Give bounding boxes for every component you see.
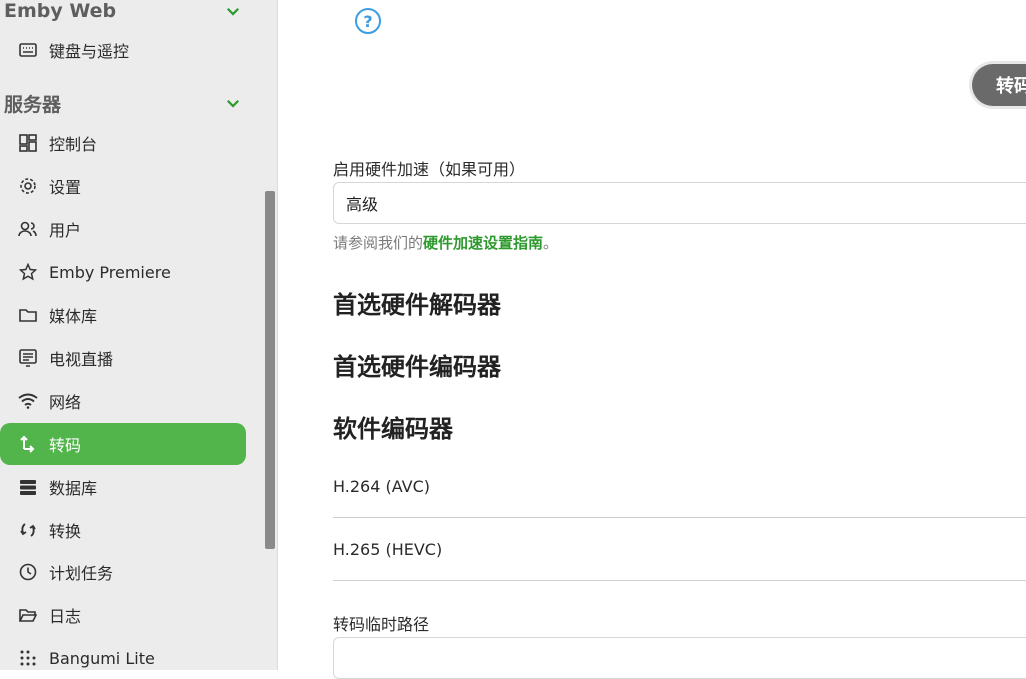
chevron-down-icon <box>226 99 240 108</box>
sidebar-item-label: 转码 <box>49 436 82 455</box>
sidebar-scrollbar[interactable] <box>265 191 275 549</box>
section-header-server[interactable]: 服务器 <box>4 88 244 118</box>
hw-accel-label: 启用硬件加速（如果可用） <box>333 160 526 179</box>
helper-suffix: 。 <box>543 234 559 252</box>
encoder-name: H.265 (HEVC) <box>333 540 443 559</box>
sidebar-item-emby-premiere[interactable]: Emby Premiere <box>0 251 246 293</box>
sidebar-item-network[interactable]: 网络 <box>0 380 246 422</box>
sidebar-item-live-tv[interactable]: 电视直播 <box>0 337 246 379</box>
gear-icon <box>18 176 38 196</box>
section-header-emby-web[interactable]: Emby Web <box>4 0 244 26</box>
convert-icon <box>18 520 38 540</box>
sidebar-item-label: 网络 <box>49 393 82 412</box>
sidebar-item-label: 用户 <box>49 221 82 240</box>
folder-open-icon <box>18 605 38 625</box>
dashboard-icon <box>18 133 38 153</box>
sidebar-item-database[interactable]: 数据库 <box>0 466 246 508</box>
sidebar-item-bangumi-lite[interactable]: Bangumi Lite <box>0 637 246 679</box>
sidebar-item-settings[interactable]: 设置 <box>0 165 246 207</box>
users-icon <box>18 219 38 239</box>
tv-guide-icon <box>18 348 38 368</box>
dots-grid-icon <box>18 648 38 668</box>
hw-accel-helper: 请参阅我们的硬件加速设置指南。 <box>333 232 558 253</box>
sidebar-item-label: 键盘与遥控 <box>49 42 130 61</box>
sidebar-item-transcoding[interactable]: 转码 <box>0 423 246 465</box>
sidebar-item-label: Emby Premiere <box>49 262 171 282</box>
help-icon[interactable]: ? <box>355 8 381 34</box>
preferred-decoders-heading: 首选硬件解码器 <box>333 291 501 319</box>
sidebar-item-label: 电视直播 <box>49 350 114 369</box>
sidebar-item-label: 设置 <box>49 178 82 197</box>
sidebar-item-label: 转换 <box>49 522 82 541</box>
keyboard-icon <box>18 40 38 60</box>
sidebar-item-library[interactable]: 媒体库 <box>0 294 246 336</box>
sidebar-item-label: 日志 <box>49 607 82 626</box>
sidebar-item-label: Bangumi Lite <box>49 648 155 668</box>
sidebar-item-label: 媒体库 <box>49 307 98 326</box>
sidebar-item-logs[interactable]: 日志 <box>0 594 246 636</box>
hw-accel-select[interactable]: 高级 <box>333 182 1026 224</box>
section-title: Emby Web <box>4 0 117 22</box>
sidebar-item-label: 数据库 <box>49 479 98 498</box>
software-encoders-heading: 软件编码器 <box>333 415 453 443</box>
sidebar-item-label: 计划任务 <box>49 564 114 583</box>
sidebar: Emby Web 键盘与遥控 服务器 控制台 设置 用户 Emby Premie… <box>0 0 278 670</box>
chevron-down-icon <box>226 7 240 16</box>
sidebar-item-scheduled-tasks[interactable]: 计划任务 <box>0 551 246 593</box>
section-title: 服务器 <box>4 93 62 116</box>
preferred-encoders-heading: 首选硬件编码器 <box>333 353 501 381</box>
encoder-row-h264[interactable]: H.264 (AVC) <box>333 456 1026 518</box>
transcode-icon <box>18 434 38 454</box>
clock-icon <box>18 562 38 582</box>
star-icon <box>18 262 38 282</box>
sidebar-item-label: 控制台 <box>49 135 98 154</box>
temp-path-input[interactable] <box>333 637 1026 679</box>
sidebar-item-conversions[interactable]: 转换 <box>0 509 246 551</box>
folder-icon <box>18 305 38 325</box>
helper-text: 请参阅我们的 <box>333 234 424 252</box>
sidebar-item-dashboard[interactable]: 控制台 <box>0 122 246 164</box>
hw-accel-guide-link[interactable]: 硬件加速设置指南 <box>423 234 543 252</box>
main-content: ? 转码 启用硬件加速（如果可用） 高级 请参阅我们的硬件加速设置指南。 首选硬… <box>279 0 1026 679</box>
encoder-row-h265[interactable]: H.265 (HEVC) <box>333 519 1026 581</box>
hw-accel-value: 高级 <box>346 195 379 214</box>
wifi-icon <box>18 391 38 411</box>
transcoding-tab-button[interactable]: 转码 <box>972 64 1026 106</box>
sidebar-item-keyboard[interactable]: 键盘与遥控 <box>0 29 246 71</box>
database-icon <box>18 477 38 497</box>
temp-path-label: 转码临时路径 <box>333 615 430 634</box>
encoder-name: H.264 (AVC) <box>333 477 430 496</box>
sidebar-item-users[interactable]: 用户 <box>0 208 246 250</box>
